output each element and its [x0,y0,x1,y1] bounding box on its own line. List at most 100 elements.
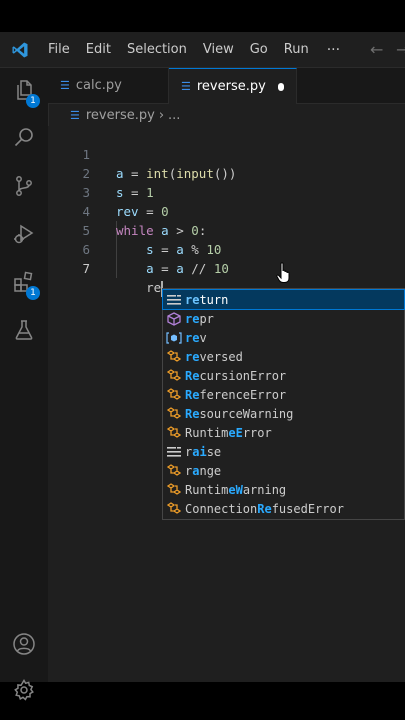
run-debug-icon [12,222,36,250]
suggestion-prefix: Runtim [185,425,229,440]
suggestion-rest: rror [242,425,272,440]
tab-reverse-py[interactable]: ☰ reverse.py [169,68,297,104]
class-icon [163,406,185,421]
suggestion-match: Re [185,368,200,383]
search-button[interactable] [0,116,48,164]
extensions-button[interactable]: 1 [0,260,48,308]
suggestion-rest: fusedError [271,501,344,516]
testing-button[interactable] [0,308,48,356]
unsaved-dot-icon[interactable] [277,82,284,91]
suggestion-label: repr [185,312,214,326]
suggestion-match: re [185,311,200,326]
suggestion-item[interactable]: repr [163,309,404,328]
run-debug-button[interactable] [0,212,48,260]
breadcrumb: ☰ reverse.py › ... [48,104,405,126]
explorer-button[interactable]: 1 [0,68,48,116]
suggestion-prefix: Runtim [185,482,229,497]
suggestion-item[interactable]: ResourceWarning [163,404,404,423]
gear-icon [12,678,36,706]
class-icon [163,501,185,516]
typed-text: re [146,280,162,295]
vscode-logo-icon [0,41,40,59]
suggestion-label: ConnectionRefusedError [185,502,344,516]
suggestion-label: return [185,293,228,307]
autocomplete-suggest-widget: return repr rev reversed RecursionError Refer… [162,288,405,520]
vscode-window: File Edit Selection View Go Run ··· ← → … [0,32,405,701]
forward-arrow-icon[interactable]: → [396,32,405,67]
suggestion-label: RuntimeError [185,426,272,440]
suggestion-item[interactable]: return [162,289,405,310]
tab-calc-py[interactable]: ☰ calc.py [48,68,169,103]
python-file-icon: ☰ [181,80,191,93]
code-line[interactable]: 6 a = a // 10 [48,221,405,276]
flask-icon [12,318,36,346]
class-icon [163,482,185,497]
python-file-icon: ☰ [70,108,80,122]
suggestion-rest: sourceWarning [199,406,294,421]
menu-run[interactable]: Run [276,32,317,67]
suggestion-label: range [185,464,221,478]
menu-bar: File Edit Selection View Go Run ··· [40,32,350,67]
suggestion-match: eE [228,425,243,440]
tab-label: reverse.py [196,79,266,94]
class-icon [163,463,185,478]
suggestion-item[interactable]: reversed [163,347,404,366]
breadcrumb-file[interactable]: reverse.py [86,108,155,123]
suggestion-item[interactable]: range [163,461,404,480]
class-icon [163,387,185,402]
suggestion-label: ReferenceError [185,388,286,402]
suggestion-label: ResourceWarning [185,407,293,421]
explorer-badge: 1 [26,94,40,108]
suggestion-item[interactable]: ReferenceError [163,385,404,404]
code-line[interactable]: 2 s = 1 [48,145,405,200]
class-icon [163,425,185,440]
editor-tabs: ☰ calc.py ☰ reverse.py [48,68,405,104]
suggestion-match: Re [185,387,200,402]
variable-icon [163,331,185,344]
menu-more-button[interactable]: ··· [317,42,350,58]
chevron-right-icon: › [158,107,165,123]
title-bar: File Edit Selection View Go Run ··· ← → [0,32,405,68]
line-number: 7 [82,261,90,276]
python-file-icon: ☰ [60,79,70,92]
class-icon [163,368,185,383]
code-text: re [116,278,164,297]
activity-bar: 1 1 [0,68,49,701]
suggestion-item[interactable]: ConnectionRefusedError [163,499,404,518]
suggestion-label: raise [185,445,221,459]
keyword-icon [163,446,185,458]
extensions-badge: 1 [26,286,40,300]
code-line[interactable]: 5 s = a % 10 [48,202,405,257]
code-line-current[interactable]: 7 re [48,240,405,297]
menu-view[interactable]: View [195,32,242,67]
menu-go[interactable]: Go [242,32,276,67]
account-icon [12,632,36,660]
suggestion-label: RuntimeWarning [185,483,286,497]
code-line[interactable]: 1 a = int(input()) [48,126,405,181]
accounts-button[interactable] [0,622,48,670]
function-icon [163,311,185,326]
menu-edit[interactable]: Edit [78,32,119,67]
suggestion-item[interactable]: rev [163,328,404,347]
suggestion-rest: arning [242,482,287,497]
breadcrumb-more[interactable]: ... [168,108,180,123]
suggestion-rest: cursionError [199,368,287,383]
suggestion-match: ai [192,444,207,459]
menu-selection[interactable]: Selection [119,32,195,67]
suggestion-item[interactable]: RecursionError [163,366,404,385]
code-text: a = a // 10 [146,261,229,276]
keyword-icon [163,294,185,306]
source-control-button[interactable] [0,164,48,212]
manage-button[interactable] [0,668,48,716]
suggestion-match: Re [257,501,272,516]
back-arrow-icon[interactable]: ← [370,32,383,67]
suggestion-item[interactable]: RuntimeError [163,423,404,442]
code-line[interactable]: 3 rev = 0 [48,164,405,219]
suggestion-item[interactable]: raise [163,442,404,461]
suggestion-match: re [185,349,200,364]
hand-pointer-icon [276,262,292,288]
suggestion-match: Re [185,406,200,421]
code-line[interactable]: 4 while a > 0: [48,183,405,238]
suggestion-item[interactable]: RuntimeWarning [163,480,404,499]
menu-file[interactable]: File [40,32,78,67]
